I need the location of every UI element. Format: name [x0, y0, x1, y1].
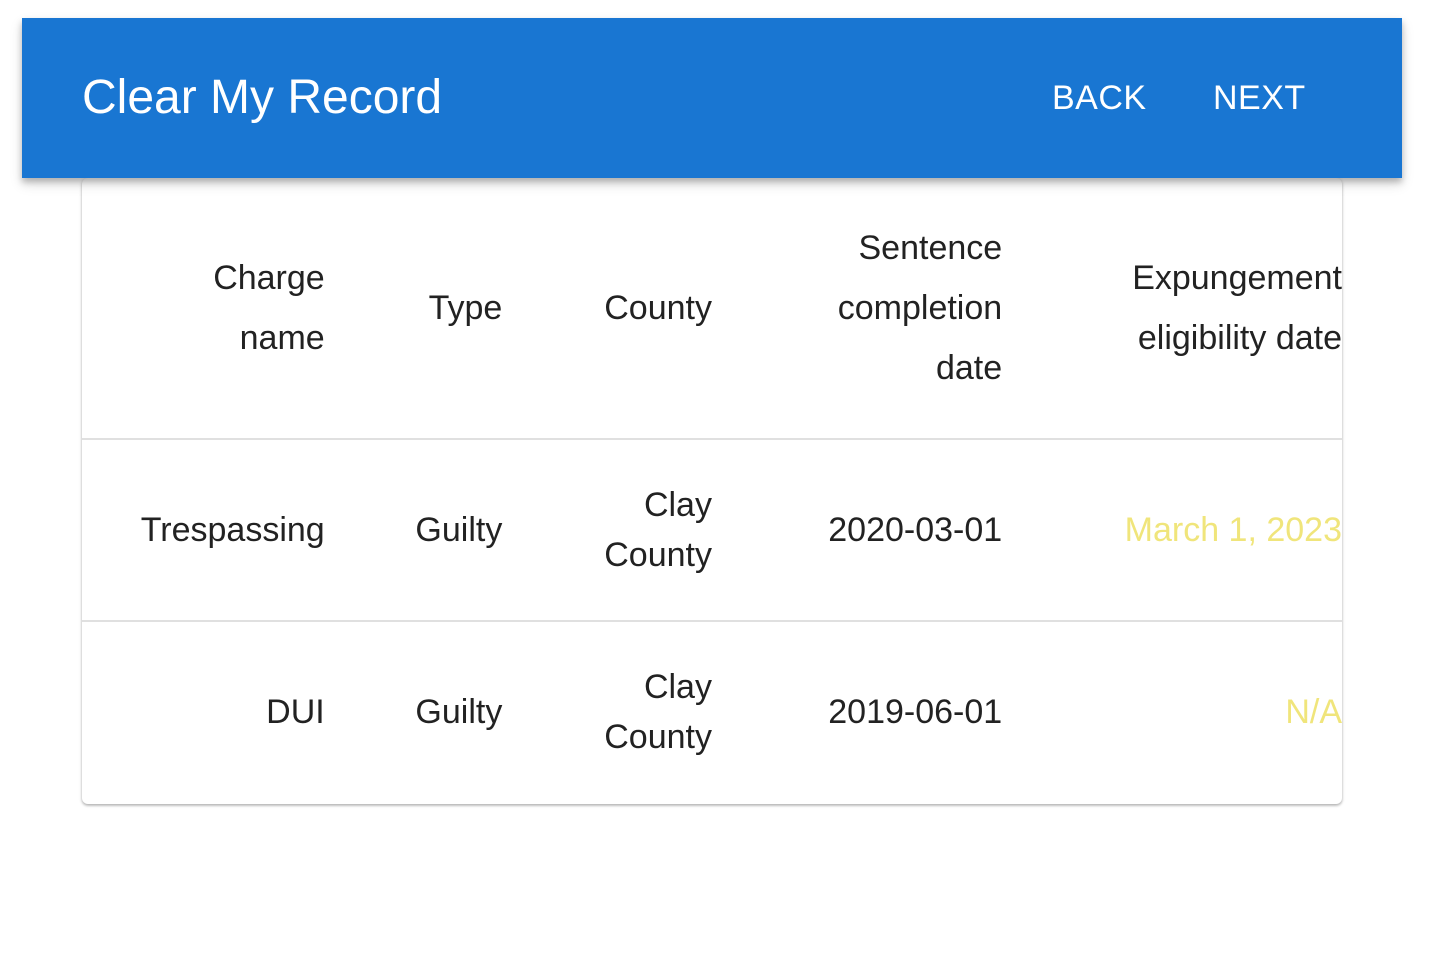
app-bar: Clear My Record BACK NEXT	[22, 18, 1402, 178]
type-cell: Guilty	[324, 439, 503, 622]
county-text: Clay	[643, 486, 712, 524]
charge-name-cell: DUI	[266, 693, 325, 731]
sentence-completion-date-cell: 2019-06-01	[828, 693, 1003, 731]
column-header-expungement-eligibility-date: Expungement eligibility date	[1002, 178, 1342, 440]
charges-table: Charge name Type County Sentence complet…	[82, 178, 1342, 802]
county-text: County	[604, 718, 712, 756]
type-cell: Guilty	[415, 693, 503, 731]
table-row: DUI Guilty Clay County 2019-06-01 N/A	[82, 621, 1342, 802]
county-text: County	[604, 536, 712, 574]
header-text: name	[239, 319, 325, 357]
expungement-eligibility-date-cell: March 1, 2023	[1002, 439, 1342, 622]
column-header-type: Type	[324, 178, 503, 440]
header-text: Type	[428, 289, 503, 327]
back-button[interactable]: BACK	[1052, 78, 1147, 118]
charge-name-cell: Trespassing	[82, 439, 325, 622]
county-text: Clay	[643, 668, 712, 706]
app-title: Clear My Record	[82, 71, 443, 124]
table-header-row: Charge name Type County Sentence complet…	[82, 178, 1342, 440]
header-text: Sentence	[858, 229, 1003, 267]
header-text: eligibility date	[1137, 319, 1342, 357]
header-text: Charge	[213, 259, 325, 297]
header-text: County	[604, 289, 712, 327]
header-text: Expungement	[1132, 259, 1342, 297]
column-header-sentence-completion-date: Sentence completion date	[711, 178, 1003, 440]
column-header-charge-name: Charge name	[82, 178, 325, 440]
table-row: Trespassing Guilty Clay County 2020-03-0…	[82, 439, 1342, 622]
column-header-county: County	[502, 178, 712, 440]
county-cell: Clay County	[502, 621, 712, 802]
results-card: Charge name Type County Sentence complet…	[82, 178, 1342, 804]
header-text: completion	[837, 289, 1003, 327]
expungement-eligibility-date-cell: N/A	[1285, 693, 1342, 731]
sentence-completion-date-cell: 2020-03-01	[711, 439, 1003, 622]
county-cell: Clay County	[502, 439, 712, 622]
next-button[interactable]: NEXT	[1213, 78, 1306, 118]
header-text: date	[935, 349, 1003, 387]
